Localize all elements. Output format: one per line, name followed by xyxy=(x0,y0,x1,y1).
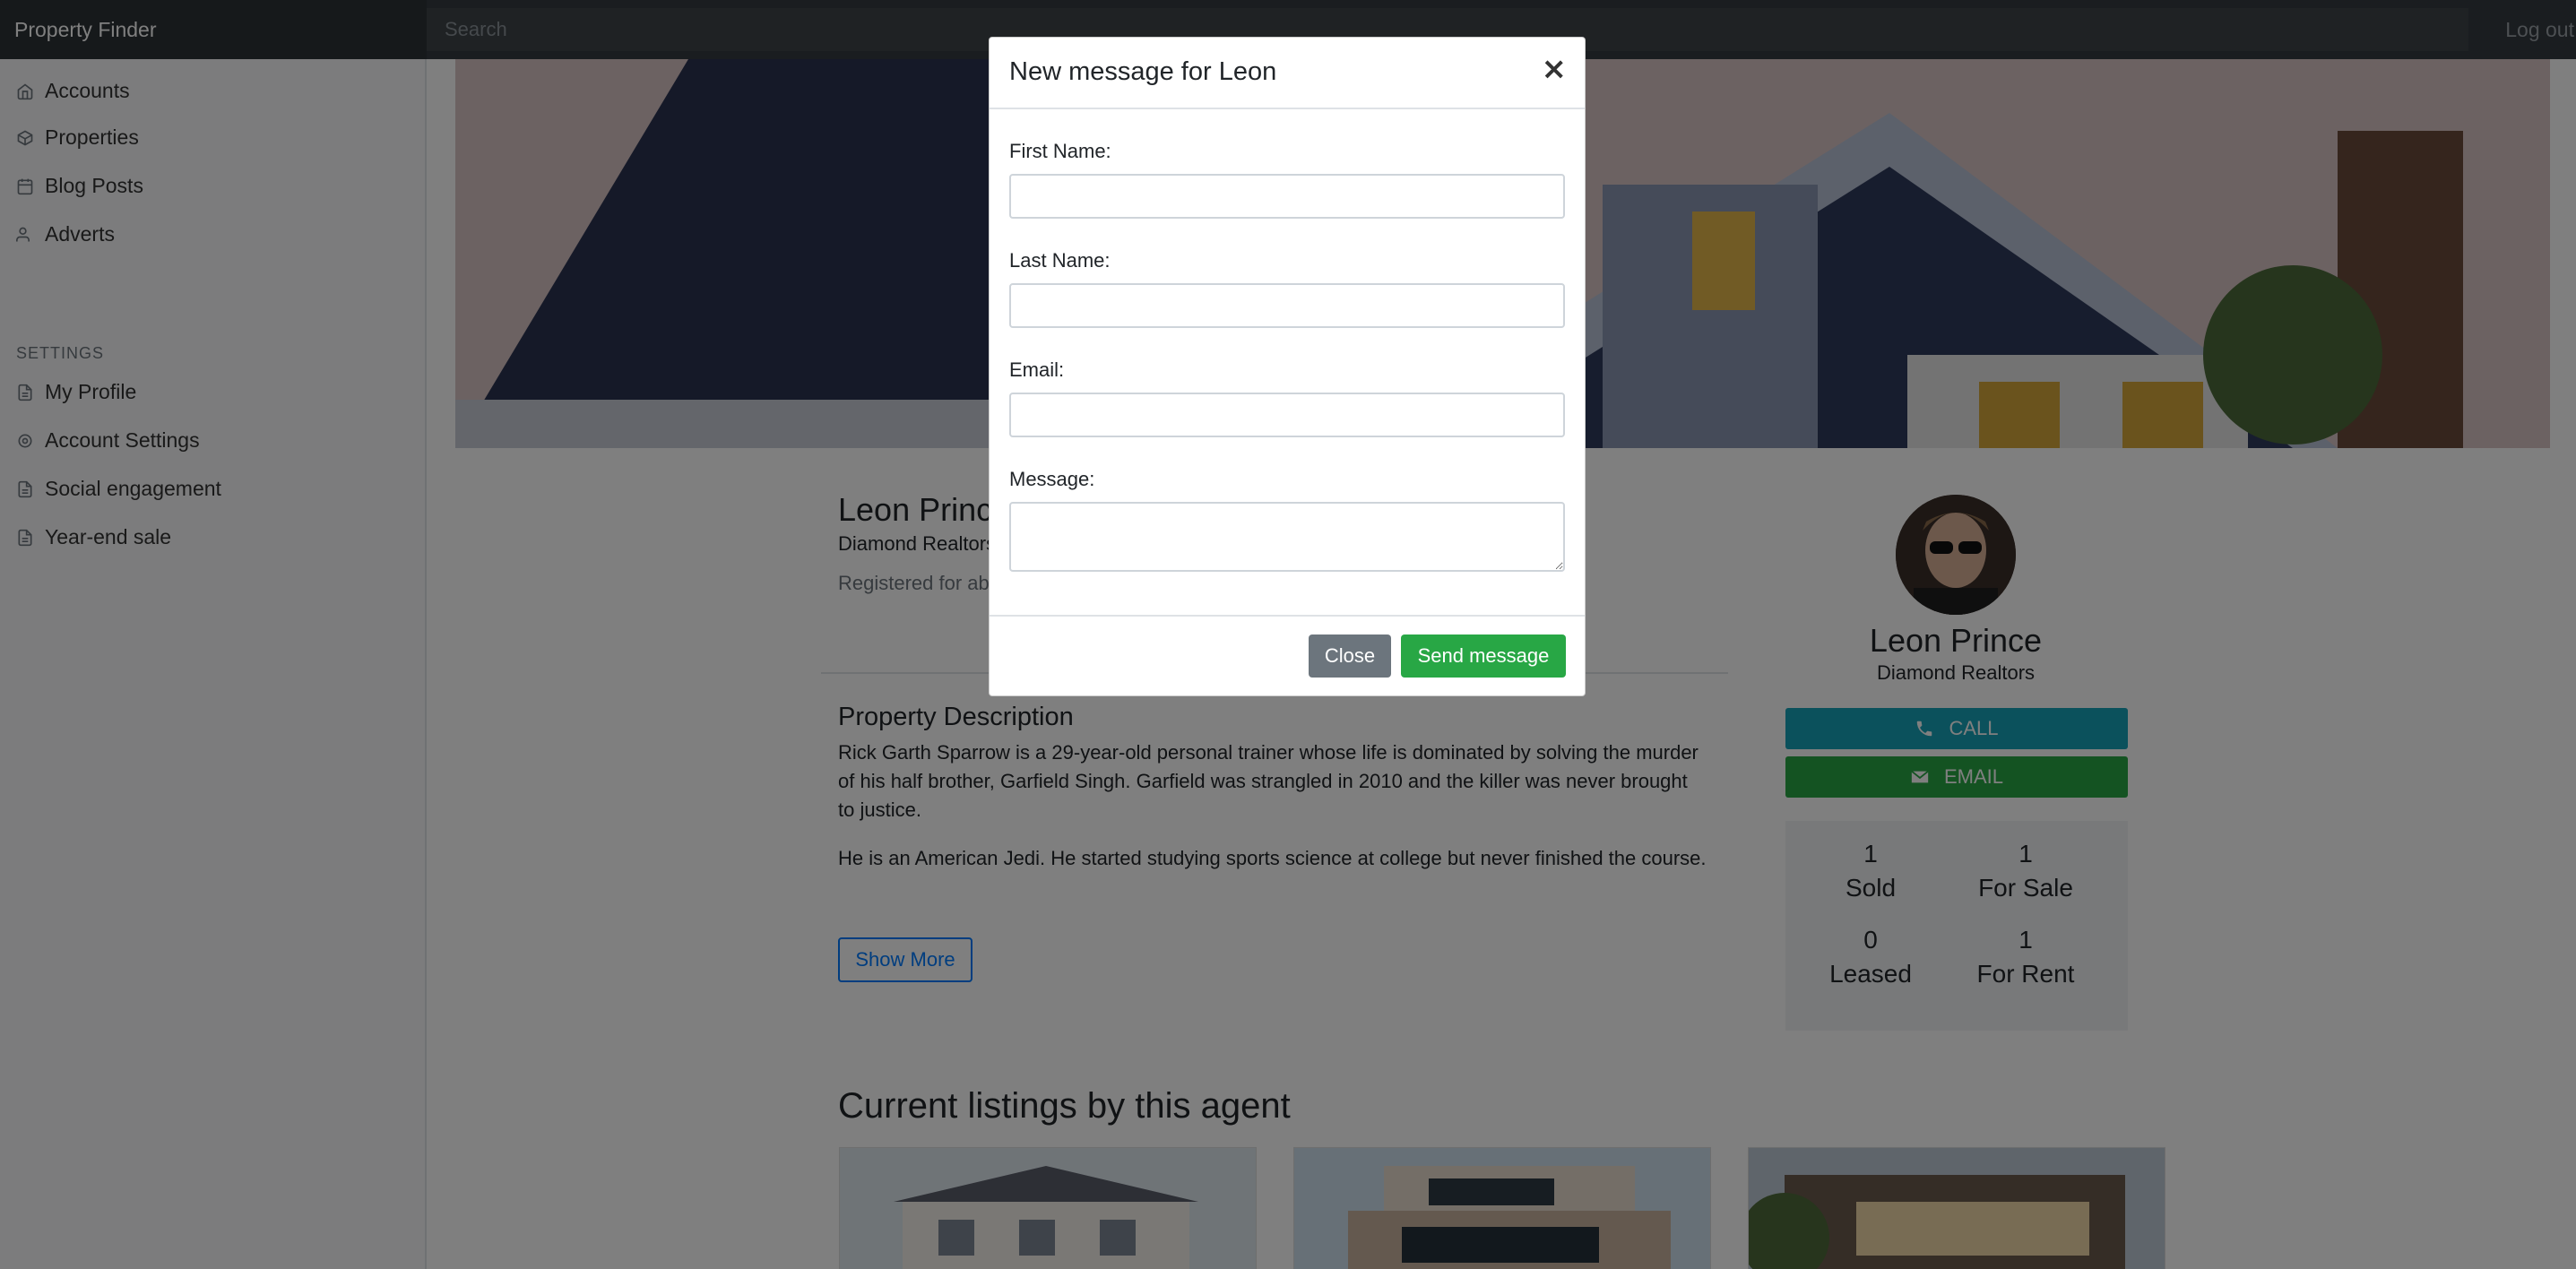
message-label: Message: xyxy=(1009,468,1095,490)
modal-close-icon[interactable]: × xyxy=(1542,54,1568,84)
email-label: Email: xyxy=(1009,358,1065,381)
message-textarea[interactable] xyxy=(1009,502,1565,572)
email-input[interactable] xyxy=(1009,393,1565,437)
new-message-modal: New message for Leon × First Name: Last … xyxy=(989,37,1586,696)
send-message-button[interactable]: Send message xyxy=(1401,634,1566,678)
close-button[interactable]: Close xyxy=(1309,634,1391,678)
first-name-input[interactable] xyxy=(1009,174,1565,219)
last-name-input[interactable] xyxy=(1009,283,1565,328)
modal-header: New message for Leon × xyxy=(990,38,1585,109)
modal-footer: Close Send message xyxy=(990,615,1585,697)
first-name-label: First Name: xyxy=(1009,140,1111,162)
modal-title: New message for Leon xyxy=(1009,57,1277,86)
last-name-label: Last Name: xyxy=(1009,249,1111,272)
